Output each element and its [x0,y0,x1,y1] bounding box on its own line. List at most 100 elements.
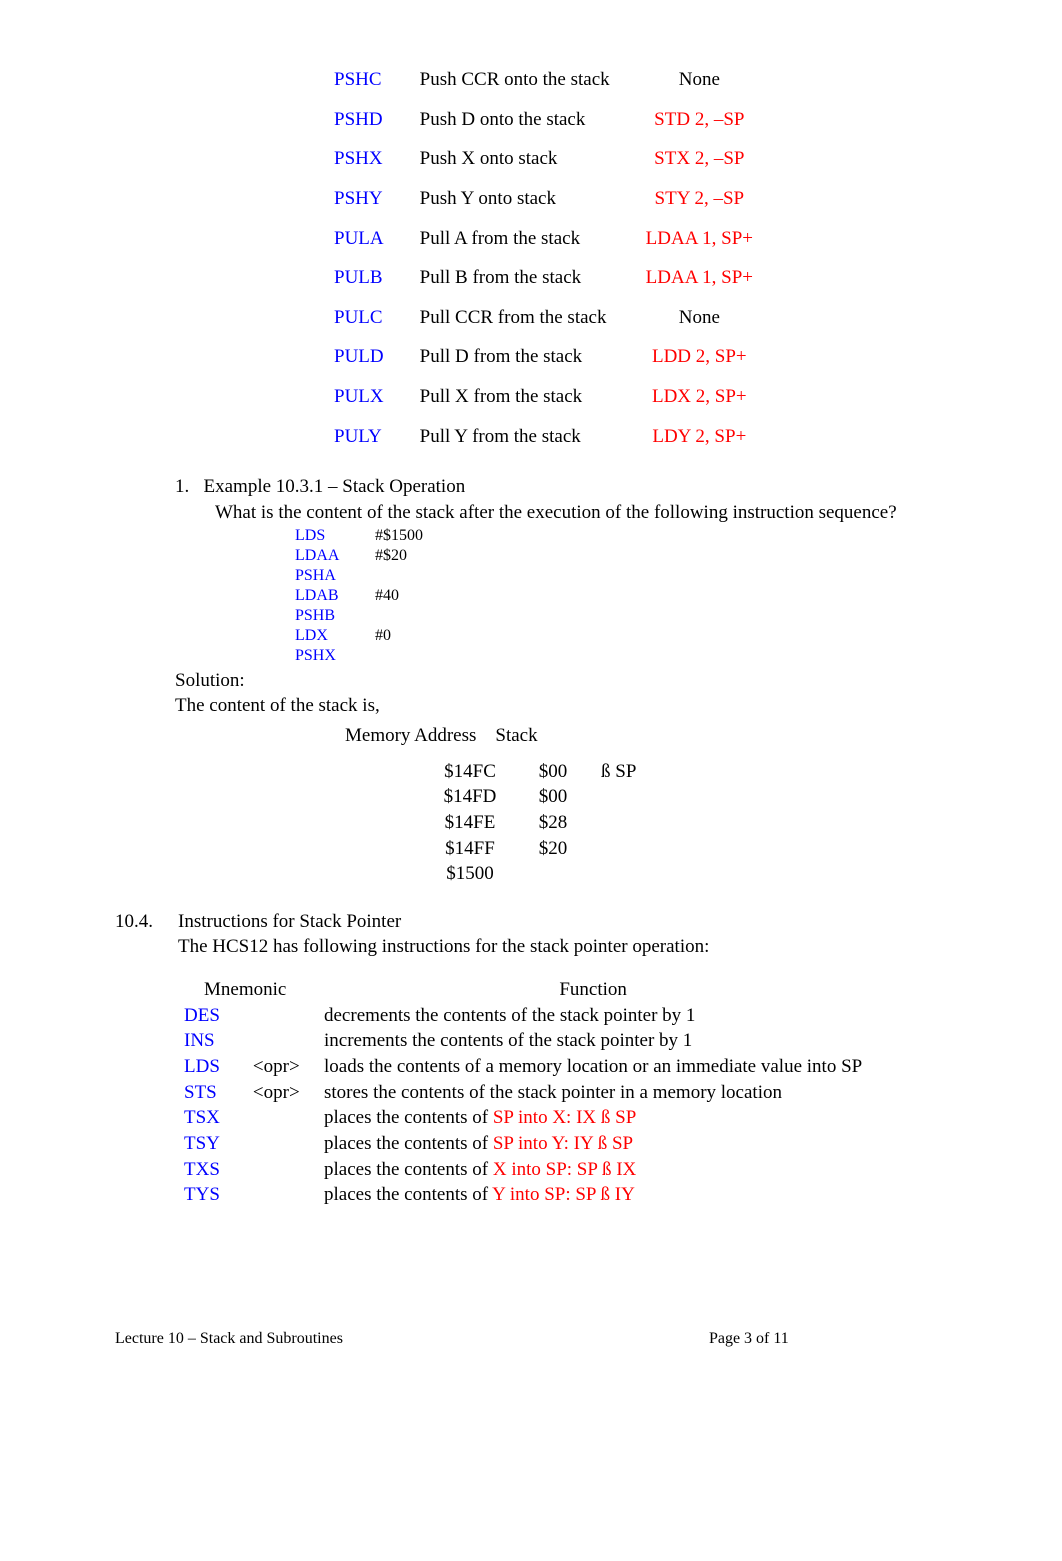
code-line: PSHX [295,646,972,666]
function-cell: places the contents of SP into Y: IY ß S… [318,1131,868,1157]
stack-op-row: PSHDPush D onto the stackSTD 2, –SP [316,100,771,140]
function-red: SP into X: IX ß SP [493,1107,636,1128]
stack-op-mnemonic: PULD [316,337,402,377]
function-cell: places the contents of Y into SP: SP ß I… [318,1182,868,1208]
section-title: Instructions for Stack Pointer [178,909,401,935]
code-mnemonic: LDX [295,626,375,646]
stack-op-desc: Push X onto stack [402,139,628,179]
memory-address: $14FF [425,836,515,862]
memory-value: $20 [515,836,591,862]
memory-sp [591,861,671,887]
operand-cell [247,1182,318,1208]
operand-cell [247,1003,318,1029]
memory-row: $14FD$00 [425,784,671,810]
memory-address: $14FC [425,759,515,785]
mnemonic-row: TSX places the contents of SP into X: IX … [178,1105,868,1131]
mnemonic-cell: TSY [178,1131,247,1157]
stack-op-mnemonic: PULA [316,219,402,259]
solution-label: Solution: [115,668,972,694]
code-line: LDAA#$20 [295,546,972,566]
stack-op-equivalent: LDAA 1, SP+ [628,219,771,259]
memory-sp [591,810,671,836]
stack-op-equivalent: STD 2, –SP [628,100,771,140]
memory-value: $00 [515,784,591,810]
stack-op-desc: Push D onto the stack [402,100,628,140]
mnemonic-row: LDS<opr>loads the contents of a memory l… [178,1054,868,1080]
section-number: 10.4. [115,909,178,935]
function-cell: loads the contents of a memory location … [318,1054,868,1080]
stack-op-desc: Pull A from the stack [402,219,628,259]
code-mnemonic: LDAA [295,546,375,566]
mnemonic-cell: TXS [178,1157,247,1183]
stack-op-mnemonic: PSHX [316,139,402,179]
operand-cell [247,1105,318,1131]
stack-op-row: PSHYPush Y onto stackSTY 2, –SP [316,179,771,219]
memory-row: $1500 [425,861,671,887]
stack-op-row: PULXPull X from the stackLDX 2, SP+ [316,377,771,417]
stack-op-mnemonic: PULY [316,417,402,457]
memory-row: $14FE$28 [425,810,671,836]
function-cell: places the contents of X into SP: SP ß I… [318,1157,868,1183]
mnemonic-row: TXS places the contents of X into SP: SP … [178,1157,868,1183]
function-cell: stores the contents of the stack pointer… [318,1080,868,1106]
memory-value: $00 [515,759,591,785]
stack-op-equivalent: STX 2, –SP [628,139,771,179]
page-footer: Lecture 10 – Stack and Subroutines Page … [115,1328,972,1350]
function-cell: places the contents of SP into X: IX ß S… [318,1105,868,1131]
mnemonic-row: DESdecrements the contents of the stack … [178,1003,868,1029]
function-red: X into SP: SP ß IX [493,1159,636,1180]
function-header: Function [318,977,868,1003]
stack-op-desc: Pull Y from the stack [402,417,628,457]
footer-left: Lecture 10 – Stack and Subroutines [115,1328,535,1350]
mnemonic-cell: TYS [178,1182,247,1208]
mnemonic-header: Mnemonic [178,977,318,1003]
code-line: PSHB [295,606,972,626]
stack-op-row: PULAPull A from the stackLDAA 1, SP+ [316,219,771,259]
memory-address: $1500 [425,861,515,887]
stack-op-row: PULDPull D from the stackLDD 2, SP+ [316,337,771,377]
code-mnemonic: PSHA [295,566,375,586]
mnemonic-cell: DES [178,1003,247,1029]
code-line: PSHA [295,566,972,586]
function-prefix: places the contents of [324,1107,493,1128]
memory-sp [591,784,671,810]
stack-op-mnemonic: PSHY [316,179,402,219]
mnemonic-cell: TSX [178,1105,247,1131]
mem-head-stack: Stack [495,725,537,746]
mnemonic-table-header: Mnemonic Function [178,977,868,1003]
stack-op-desc: Pull X from the stack [402,377,628,417]
stack-op-mnemonic: PSHC [316,60,402,100]
content-label: The content of the stack is, [115,693,972,719]
code-mnemonic: PSHX [295,646,375,666]
operand-cell: <opr> [247,1080,318,1106]
stack-op-desc: Pull CCR from the stack [402,298,628,338]
example-number: 1. [175,476,189,497]
stack-ops-table: PSHCPush CCR onto the stackNonePSHDPush … [316,60,771,456]
function-prefix: places the contents of [324,1184,492,1205]
function-red: SP into Y: IY ß SP [493,1133,633,1154]
function-cell: increments the contents of the stack poi… [318,1028,868,1054]
memory-sp: ß SP [591,759,671,785]
operand-cell: <opr> [247,1054,318,1080]
function-red: Y into SP: SP ß IY [492,1184,635,1205]
function-prefix: places the contents of [324,1159,493,1180]
memory-value [515,861,591,887]
stack-op-desc: Pull D from the stack [402,337,628,377]
operand-cell [247,1131,318,1157]
stack-op-row: PULCPull CCR from the stackNone [316,298,771,338]
stack-op-desc: Push Y onto stack [402,179,628,219]
example-question: What is the content of the stack after t… [115,500,972,526]
code-mnemonic: LDS [295,526,375,546]
code-line: LDAB#40 [295,586,972,606]
stack-op-mnemonic: PULX [316,377,402,417]
example-code: LDS#$1500LDAA#$20PSHALDAB#40PSHBLDX#0PSH… [115,526,972,666]
stack-op-row: PULYPull Y from the stackLDY 2, SP+ [316,417,771,457]
operand-cell [247,1157,318,1183]
stack-op-mnemonic: PULC [316,298,402,338]
example-heading: 1. Example 10.3.1 – Stack Operation [115,474,972,500]
code-arg: #0 [375,627,391,644]
example-title: Example 10.3.1 – Stack Operation [204,476,466,497]
stack-op-mnemonic: PSHD [316,100,402,140]
stack-op-row: PSHCPush CCR onto the stackNone [316,60,771,100]
mnemonic-row: STS<opr>stores the contents of the stack… [178,1080,868,1106]
